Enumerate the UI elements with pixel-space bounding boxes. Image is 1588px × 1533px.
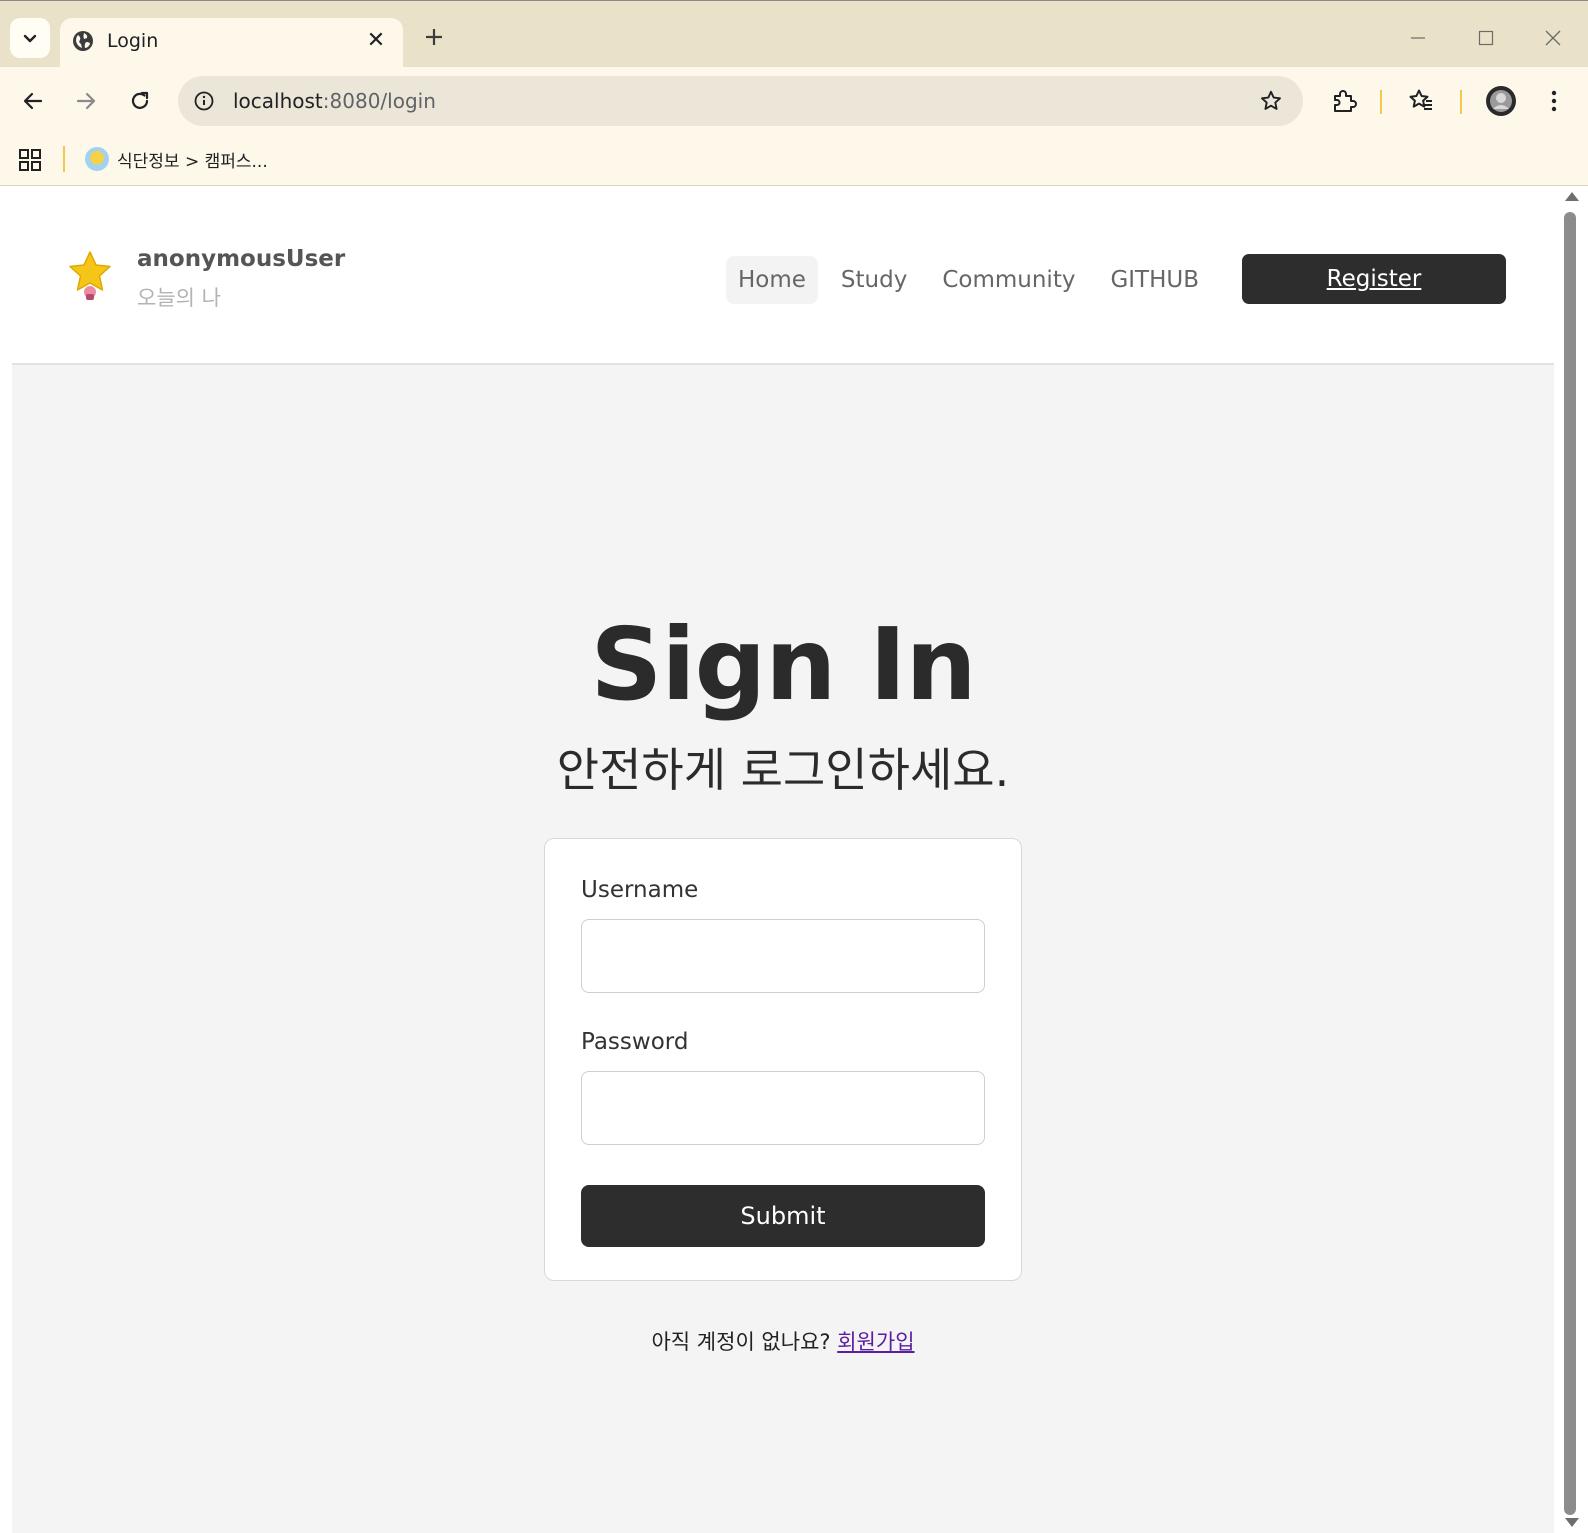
signup-prompt: 아직 계정이 없나요? [651,1330,831,1354]
nav-community[interactable]: Community [930,256,1087,304]
scroll-up-arrow-icon[interactable] [1565,192,1579,201]
maximize-icon [1478,30,1494,46]
scrollbar-thumb[interactable] [1564,212,1576,1515]
forward-button[interactable] [70,85,102,117]
reload-button[interactable] [124,85,156,117]
minimize-button[interactable] [1398,21,1438,55]
menu-button[interactable] [1536,83,1572,119]
back-button[interactable] [17,85,49,117]
arrow-left-icon [23,92,43,110]
url-path: :8080/login [322,89,436,113]
profile-avatar[interactable] [1483,83,1519,119]
apps-grid-icon[interactable] [18,148,42,172]
reading-list-button[interactable] [1403,83,1439,119]
page-subtitle: 안전하게 로그인하세요. [556,743,1010,797]
new-tab-button[interactable] [418,21,450,53]
signup-prompt-line: 아직 계정이 없나요? 회원가입 [12,1326,1554,1356]
login-form: Username Password Submit [544,838,1022,1281]
tab-close-icon[interactable]: ✕ [363,27,389,53]
reload-icon [131,91,149,109]
puzzle-icon [1334,90,1357,112]
page-title: Sign In [590,606,976,723]
tab-search-button[interactable] [10,18,50,58]
password-input[interactable] [581,1071,985,1145]
username-input[interactable] [581,919,985,993]
scroll-down-arrow-icon[interactable] [1565,1518,1579,1527]
page-body: anonymousUser 오늘의 나 Home Study Community… [12,186,1554,1533]
bookmarks-bar: 식단정보 > 캠퍼스... [0,135,1588,186]
bookmark-star-icon[interactable] [1257,87,1285,115]
username-label: Username [581,877,699,903]
bookmark-favicon-icon [85,147,109,171]
bookmark-item[interactable]: 식단정보 > 캠퍼스... [85,144,268,174]
submit-button[interactable]: Submit [581,1185,985,1247]
site-header: anonymousUser 오늘의 나 Home Study Community… [12,186,1554,365]
vertical-scrollbar[interactable] [1554,186,1588,1533]
arrow-right-icon [76,92,96,110]
avatar-icon [1486,86,1516,116]
address-text[interactable]: localhost:8080/login [233,89,436,113]
nav-github[interactable]: GITHUB [1098,256,1211,304]
minimize-icon [1411,37,1425,39]
close-window-button[interactable] [1533,21,1573,55]
password-label: Password [581,1029,689,1055]
brand-subtitle: 오늘의 나 [137,286,221,310]
tab-title: Login [107,30,159,52]
maximize-button[interactable] [1466,21,1506,55]
browser-toolbar: localhost:8080/login [0,67,1588,135]
site-info-icon[interactable] [190,87,218,115]
more-vertical-icon [1551,90,1557,112]
nav-study[interactable]: Study [829,256,919,304]
browser-titlebar: Login ✕ [0,0,1588,68]
bookmark-label: 식단정보 > 캠퍼스... [117,151,268,172]
globe-icon [73,31,93,51]
signup-link[interactable]: 회원가입 [837,1330,914,1354]
register-button[interactable]: Register [1242,254,1506,304]
extensions-button[interactable] [1326,83,1362,119]
address-bar[interactable]: localhost:8080/login [178,76,1303,126]
main-nav: Home Study Community GITHUB [726,256,1222,304]
toolbar-separator [1380,90,1382,114]
brand-name[interactable]: anonymousUser [137,246,345,272]
toolbar-separator [1460,90,1462,114]
plus-icon [426,29,442,45]
browser-tab[interactable]: Login ✕ [60,18,403,68]
page-viewport: anonymousUser 오늘의 나 Home Study Community… [0,186,1588,1533]
star-logo-icon[interactable] [66,250,114,302]
nav-home[interactable]: Home [726,256,818,304]
bookmarks-separator [63,146,65,172]
star-list-icon [1409,89,1432,110]
chevron-down-icon [23,34,37,43]
close-icon [1545,30,1561,46]
url-host: localhost [233,89,323,113]
